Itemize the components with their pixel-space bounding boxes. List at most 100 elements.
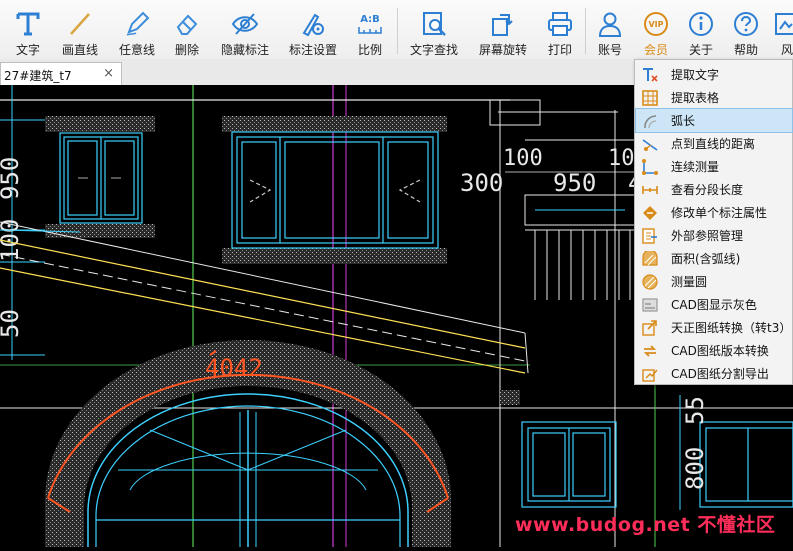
- dimension-text: 800: [681, 447, 709, 490]
- tangent-convert-icon: [641, 319, 659, 337]
- annotation-settings-button[interactable]: 标注设置: [283, 0, 343, 59]
- line-tool-button[interactable]: 画直线: [56, 0, 104, 59]
- help-button[interactable]: 帮助: [726, 0, 766, 59]
- help-label: 帮助: [733, 43, 758, 57]
- close-icon[interactable]: ×: [103, 66, 114, 81]
- freehand-tool-label: 任意线: [118, 43, 155, 57]
- rotate-screen-label: 屏幕旋转: [478, 43, 527, 57]
- menu-item-gray-display[interactable]: CAD图显示灰色: [636, 293, 792, 316]
- menu-item-label: 提取表格: [671, 91, 720, 105]
- version-convert-icon: [641, 342, 659, 360]
- delete-label: 删除: [174, 43, 199, 57]
- menu-item-version-convert[interactable]: CAD图纸版本转换: [636, 339, 792, 362]
- info-icon: [687, 10, 715, 38]
- help-icon: [732, 10, 760, 38]
- account-button[interactable]: 账号: [590, 0, 630, 59]
- print-label: 打印: [547, 43, 572, 57]
- point-line-distance-icon: [641, 135, 659, 153]
- extract-table-icon: [641, 89, 659, 107]
- menu-item-label: 提取文字: [671, 68, 720, 82]
- hide-annotation-label: 隐藏标注: [220, 43, 269, 57]
- menu-item-label: 修改单个标注属性: [671, 206, 768, 220]
- menu-item-extract-text[interactable]: 提取文字: [636, 63, 792, 86]
- main-toolbar: 文字 画直线 任意线 删除 隐藏标注 标注设置 A:B 比例 文字查找 屏幕旋转…: [0, 0, 793, 60]
- extract-text-icon: [641, 66, 659, 84]
- continuous-measure-icon: [641, 158, 659, 176]
- find-text-button[interactable]: 文字查找: [404, 0, 464, 59]
- vip-icon: VIP: [642, 10, 670, 38]
- watermark: www.budog.net 不懂社区: [515, 514, 776, 536]
- menu-item-label: 弧长: [671, 114, 696, 128]
- menu-item-label: 面积(含弧线): [671, 252, 741, 266]
- about-button[interactable]: 关于: [681, 0, 721, 59]
- window-sill: [222, 248, 447, 264]
- window: [59, 132, 143, 224]
- xref-icon: [641, 227, 659, 245]
- find-text-icon: [420, 10, 448, 38]
- menu-item-label: CAD图显示灰色: [671, 298, 757, 312]
- scale-icon-text: A:B: [360, 14, 380, 25]
- tools-dropdown-menu: 提取文字 提取表格 弧长 点到直线的距离 连续测量 查看分段长度 修改单个标注属…: [634, 59, 793, 385]
- window-sill: [222, 116, 447, 132]
- text-icon: [14, 10, 42, 38]
- annotation-settings-icon: [299, 10, 327, 38]
- style-icon: [773, 10, 793, 38]
- menu-item-edit-annotation[interactable]: 修改单个标注属性: [636, 201, 792, 224]
- document-tab-title: 27#建筑_t7: [4, 69, 72, 83]
- printer-icon: [546, 10, 574, 38]
- scale-button[interactable]: A:B 比例: [350, 0, 390, 59]
- split-export-icon: [641, 365, 659, 383]
- document-tab[interactable]: 27#建筑_t7 ×: [0, 62, 122, 85]
- menu-item-label: CAD图纸版本转换: [671, 344, 769, 358]
- gray-display-icon: [641, 296, 659, 314]
- text-tool-button[interactable]: 文字: [5, 0, 51, 59]
- window: [521, 421, 793, 508]
- measure-circle-icon: [641, 273, 659, 291]
- eye-icon: [231, 10, 259, 38]
- menu-item-measure-circle[interactable]: 测量圆: [636, 270, 792, 293]
- eraser-icon: [173, 10, 201, 38]
- hide-annotation-button[interactable]: 隐藏标注: [215, 0, 275, 59]
- arc-length-icon: [641, 112, 659, 130]
- segment-length-icon: [641, 181, 659, 199]
- menu-item-continuous-measure[interactable]: 连续测量: [636, 155, 792, 178]
- dimension-text: 50: [0, 309, 24, 338]
- dimension-text: 950: [553, 169, 596, 197]
- menu-item-xref[interactable]: 外部参照管理: [636, 224, 792, 247]
- rotate-screen-icon: [489, 10, 517, 38]
- line-tool-label: 画直线: [61, 43, 98, 57]
- vip-icon-text: VIP: [648, 19, 664, 29]
- edit-annotation-icon: [641, 204, 659, 222]
- area-icon: [641, 250, 659, 268]
- menu-item-extract-table[interactable]: 提取表格: [636, 86, 792, 109]
- print-button[interactable]: 打印: [540, 0, 580, 59]
- about-label: 关于: [688, 43, 713, 57]
- style-label: 风: [780, 43, 793, 57]
- delete-button[interactable]: 删除: [166, 0, 208, 59]
- menu-item-label: 连续测量: [671, 160, 720, 174]
- window-sill: [45, 224, 155, 238]
- scale-label: 比例: [357, 43, 382, 57]
- annotation-settings-label: 标注设置: [288, 43, 337, 57]
- menu-item-split-export[interactable]: CAD图纸分割导出: [636, 362, 792, 385]
- vip-button[interactable]: VIP 会员: [636, 0, 676, 59]
- menu-item-label: 点到直线的距离: [671, 137, 756, 151]
- arc-length-label: 4042: [205, 354, 263, 382]
- toolbar-divider: [397, 8, 398, 54]
- user-icon: [596, 10, 624, 38]
- menu-item-label: 天正图纸转换（转t3）: [671, 321, 792, 335]
- window-sill: [45, 116, 155, 132]
- menu-item-point-line-distance[interactable]: 点到直线的距离: [636, 132, 792, 155]
- menu-item-arc-length[interactable]: 弧长: [635, 108, 793, 133]
- line-icon: [66, 10, 94, 38]
- menu-item-segment-length[interactable]: 查看分段长度: [636, 178, 792, 201]
- text-tool-label: 文字: [15, 43, 40, 57]
- vip-label: 会员: [643, 43, 668, 57]
- rotate-screen-button[interactable]: 屏幕旋转: [473, 0, 533, 59]
- menu-item-area[interactable]: 面积(含弧线): [636, 247, 792, 270]
- freehand-tool-button[interactable]: 任意线: [112, 0, 162, 59]
- style-button[interactable]: 风: [772, 0, 793, 59]
- menu-item-tangent-convert[interactable]: 天正图纸转换（转t3）: [636, 316, 792, 339]
- menu-item-label: CAD图纸分割导出: [671, 367, 769, 381]
- dimension-text: 950: [0, 157, 24, 200]
